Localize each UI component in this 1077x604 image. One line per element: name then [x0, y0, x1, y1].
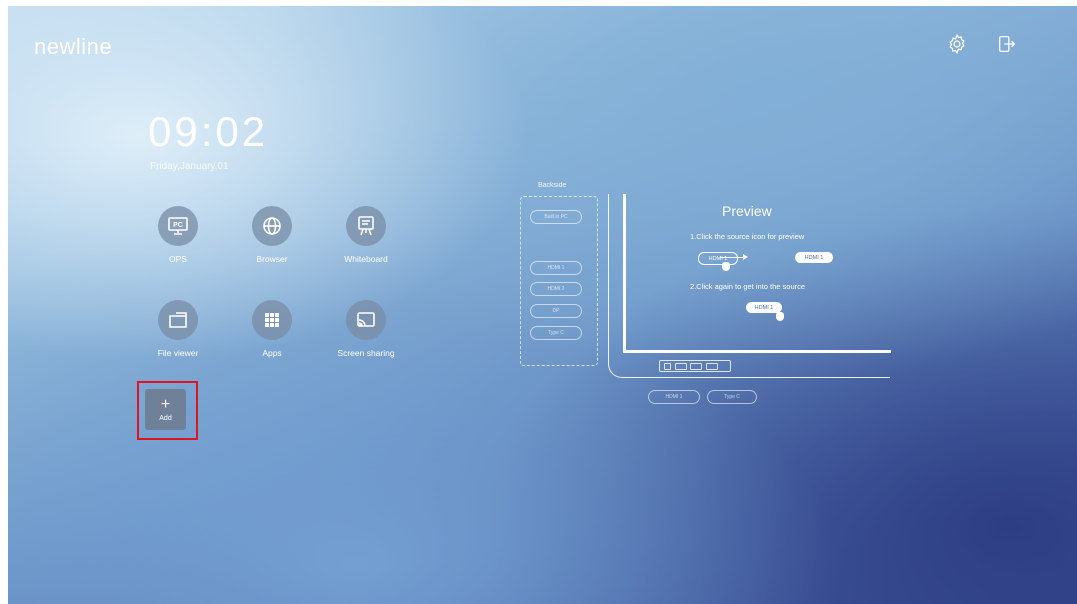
exit-icon: [999, 36, 1016, 52]
front-port-type-c: Type C: [707, 390, 757, 404]
preview-diagram: Backside Built in PC HDMI 1 HDMI 2 DP Ty…: [508, 176, 898, 416]
hand-pointer-icon: [776, 312, 784, 321]
app-icon-circle: [346, 300, 386, 340]
home-screen: newline 09:02 Friday,January.01 PC OPS B…: [8, 6, 1077, 604]
app-label: Apps: [262, 348, 282, 358]
app-ops[interactable]: PC OPS: [136, 206, 220, 264]
app-label: Browser: [256, 254, 288, 264]
port-hdmi-2: HDMI 2: [530, 282, 582, 296]
add-label: Add: [159, 414, 172, 422]
globe-icon: [263, 217, 281, 235]
port-hdmi-1: HDMI 1: [530, 261, 582, 275]
add-app-button[interactable]: + Add: [137, 381, 198, 440]
app-apps[interactable]: Apps: [230, 300, 314, 358]
app-whiteboard[interactable]: Whiteboard: [324, 206, 408, 264]
app-icon-circle: [252, 206, 292, 246]
apps-grid-icon: [265, 313, 279, 327]
app-label: OPS: [169, 254, 187, 264]
app-browser[interactable]: Browser: [230, 206, 314, 264]
hdmi-pill-active: HDMI 1: [795, 252, 833, 263]
settings-button[interactable]: [945, 32, 969, 56]
app-file-viewer[interactable]: File viewer: [136, 300, 220, 358]
add-tile: + Add: [145, 389, 186, 430]
brand-logo: newline: [34, 34, 113, 59]
port-built-in-pc: Built in PC: [530, 210, 582, 224]
app-icon-circle: [346, 206, 386, 246]
hdmi-pill-second: HDMI 1: [746, 302, 782, 313]
svg-text:PC: PC: [173, 222, 183, 229]
pc-icon: PC: [168, 217, 188, 235]
app-label: File viewer: [157, 348, 199, 358]
hand-pointer-icon: [722, 262, 730, 271]
whiteboard-icon: [358, 216, 374, 236]
port-type-c: Type C: [530, 326, 582, 340]
preview-step-2: 2.Click again to get into the source: [690, 282, 806, 291]
port-dp: DP: [530, 304, 582, 318]
clock-time: 09:02: [148, 108, 269, 155]
app-icon-circle: PC: [158, 206, 198, 246]
app-screen-sharing[interactable]: Screen sharing: [324, 300, 408, 358]
exit-button[interactable]: [995, 32, 1019, 56]
arrow-icon: [720, 254, 748, 260]
front-port-hdmi-1: HDMI 1: [648, 390, 700, 404]
app-label: Screen sharing: [337, 348, 395, 358]
hdmi-pill-outline: HDMI 1: [698, 252, 738, 265]
gear-icon: [949, 33, 965, 55]
app-label: Whiteboard: [344, 254, 388, 264]
clock-date: Friday,January.01: [150, 161, 229, 172]
preview-step-1: 1.Click the source icon for preview: [690, 232, 805, 241]
app-icon-circle: [252, 300, 292, 340]
app-icon-circle: [158, 300, 198, 340]
backside-label: Backside: [538, 182, 567, 189]
plus-icon: +: [160, 395, 171, 413]
preview-title: Preview: [722, 203, 772, 219]
front-port-strip: [659, 360, 731, 372]
screen-share-icon: [357, 312, 375, 327]
folder-icon: [169, 312, 187, 328]
